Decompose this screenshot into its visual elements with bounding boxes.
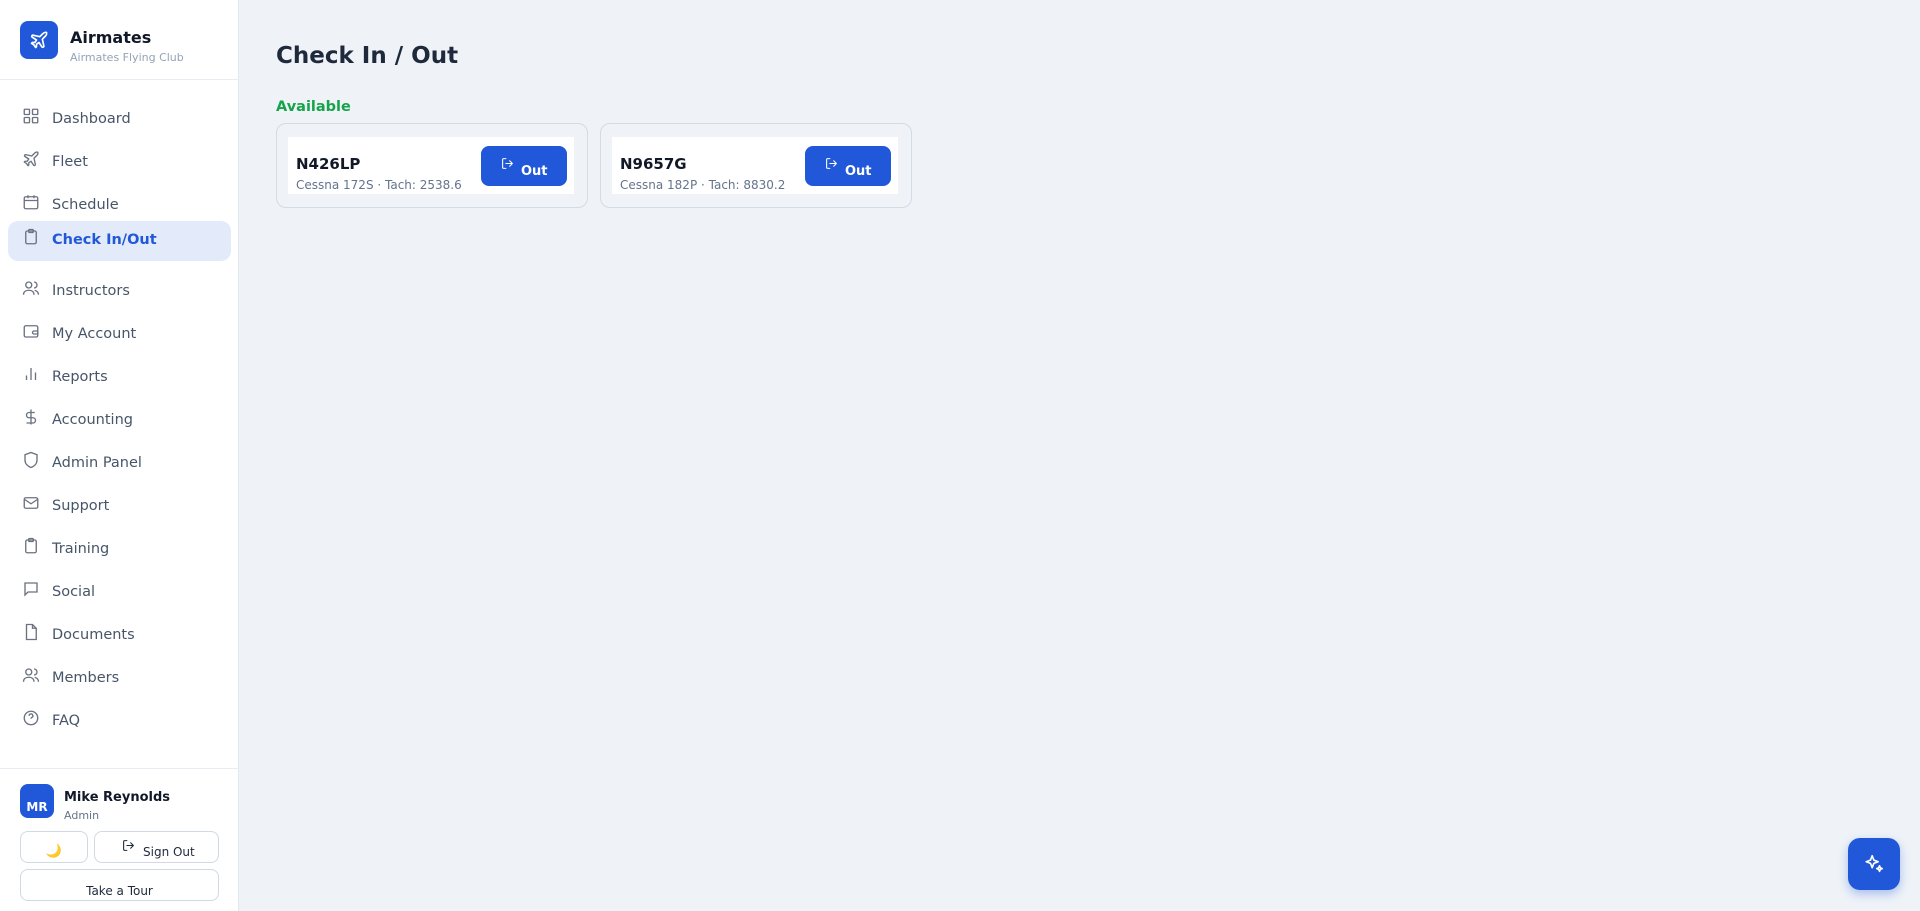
plane-icon[interactable] — [20, 21, 58, 59]
aircraft-details: Cessna 172S · Tach: 2538.6 — [296, 178, 462, 192]
sidebar-item-label: Accounting — [52, 412, 133, 428]
sidebar-item-label: Schedule — [52, 197, 119, 213]
message-icon — [24, 582, 38, 597]
take-tour-button[interactable]: Take a Tour — [20, 869, 219, 901]
check-out-label: Out — [845, 164, 872, 179]
sidebar-item-faq[interactable]: FAQ — [8, 702, 231, 742]
calendar-icon — [23, 195, 39, 210]
log-out-icon — [123, 840, 134, 851]
sidebar-item-fleet[interactable]: Fleet — [8, 143, 231, 183]
sidebar-item-label: Social — [52, 584, 95, 600]
sidebar-item-label: Check In/Out — [52, 232, 157, 248]
sidebar-item-accounting[interactable]: Accounting — [8, 401, 231, 441]
sidebar-item-training[interactable]: Training — [8, 530, 231, 570]
aircraft-tail-number: N426LP — [296, 155, 361, 173]
aircraft-card-body: N426LP Cessna 172S · Tach: 2538.6 Out — [288, 137, 574, 194]
sidebar-item-dashboard[interactable]: Dashboard — [8, 100, 231, 140]
check-out-button[interactable]: Out — [805, 146, 891, 186]
ai-assistant-button[interactable] — [1848, 838, 1900, 890]
sidebar-item-documents[interactable]: Documents — [8, 616, 231, 656]
sidebar-item-my-account[interactable]: My Account — [8, 315, 231, 355]
sidebar-item-reports[interactable]: Reports — [8, 358, 231, 398]
aircraft-card: N9657G Cessna 182P · Tach: 8830.2 Out — [600, 123, 912, 208]
user-name: Mike Reynolds — [64, 790, 171, 805]
aircraft-card: N426LP Cessna 172S · Tach: 2538.6 Out — [276, 123, 588, 208]
sign-out-label: Sign Out — [143, 845, 195, 859]
users-icon — [22, 281, 40, 295]
sparkles-icon — [1865, 854, 1884, 873]
page-title: Check In / Out — [276, 43, 459, 69]
sidebar-item-label: Instructors — [52, 283, 130, 299]
mail-icon — [23, 497, 39, 509]
sidebar: Airmates Airmates Flying Club Dashboard … — [0, 0, 239, 911]
sign-out-button[interactable]: Sign Out — [94, 831, 219, 863]
theme-toggle-button[interactable]: 🌙 — [20, 831, 88, 863]
sidebar-item-label: Members — [52, 670, 120, 686]
sidebar-item-check-in-out[interactable]: Check In/Out — [8, 221, 231, 261]
dollar-icon — [25, 409, 37, 425]
sidebar-item-label: FAQ — [52, 713, 81, 729]
clipboard-icon — [25, 537, 37, 554]
available-section-label: Available — [276, 99, 351, 115]
bar-chart-icon — [25, 368, 37, 380]
aircraft-tail-number: N9657G — [620, 155, 687, 173]
user-role: Admin — [64, 809, 100, 822]
plane-icon — [23, 151, 39, 167]
log-out-icon — [826, 158, 837, 169]
grid-icon — [23, 108, 39, 124]
sidebar-item-label: Admin Panel — [52, 455, 142, 471]
log-out-icon — [502, 158, 513, 169]
sidebar-item-social[interactable]: Social — [8, 573, 231, 613]
aircraft-card-body: N9657G Cessna 182P · Tach: 8830.2 Out — [612, 137, 898, 194]
brand-subtitle: Airmates Flying Club — [70, 51, 184, 64]
sidebar-item-schedule[interactable]: Schedule — [8, 186, 231, 226]
sidebar-item-instructors[interactable]: Instructors — [8, 272, 231, 312]
help-circle-icon — [23, 710, 39, 726]
sidebar-item-label: My Account — [52, 326, 137, 342]
avatar: MR — [20, 784, 54, 818]
aircraft-details: Cessna 182P · Tach: 8830.2 — [620, 178, 786, 192]
shield-icon — [24, 451, 38, 469]
sidebar-item-label: Training — [52, 541, 110, 557]
take-tour-label: Take a Tour — [86, 884, 153, 898]
brand-header: Airmates Airmates Flying Club — [0, 0, 239, 80]
file-icon — [25, 623, 37, 641]
sidebar-item-admin-panel[interactable]: Admin Panel — [8, 444, 231, 484]
sidebar-item-members[interactable]: Members — [8, 659, 231, 699]
check-out-label: Out — [521, 164, 548, 179]
wallet-icon — [23, 325, 39, 338]
clipboard-icon — [25, 228, 37, 245]
sidebar-item-label: Support — [52, 498, 110, 514]
sidebar-item-label: Reports — [52, 369, 108, 385]
brand-name: Airmates — [70, 28, 152, 47]
sidebar-item-label: Documents — [52, 627, 135, 643]
sidebar-item-label: Fleet — [52, 154, 88, 170]
users-icon — [22, 668, 40, 682]
sidebar-item-label: Dashboard — [52, 111, 131, 127]
sidebar-item-support[interactable]: Support — [8, 487, 231, 527]
moon-icon: 🌙 — [45, 844, 63, 859]
main-content: Check In / Out Available N426LP Cessna 1… — [240, 0, 1920, 911]
user-panel: MR Mike Reynolds Admin 🌙 Sign Out Take a… — [0, 768, 239, 911]
check-out-button[interactable]: Out — [481, 146, 567, 186]
